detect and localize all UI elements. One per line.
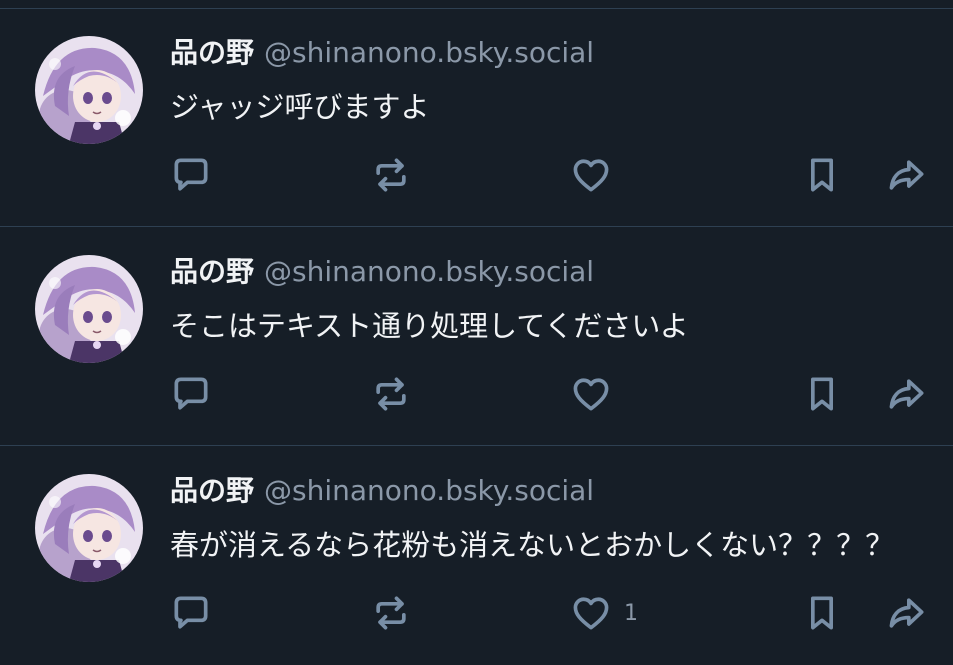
share-icon <box>889 160 924 190</box>
reply-button[interactable] <box>168 590 214 636</box>
repost-button[interactable] <box>368 371 414 417</box>
post-item[interactable]: 品の野 @shinanono.bsky.social ジャッジ呼びますよ <box>0 9 953 227</box>
display-name[interactable]: 品の野 <box>170 255 254 288</box>
avatar[interactable] <box>35 474 143 582</box>
share-button[interactable] <box>884 371 930 417</box>
repost-button[interactable] <box>368 152 414 198</box>
bookmark-icon <box>811 377 833 411</box>
bookmark-button[interactable] <box>799 152 845 198</box>
handle[interactable]: @shinanono.bsky.social <box>264 474 594 507</box>
avatar[interactable] <box>35 255 143 363</box>
post-header: 品の野 @shinanono.bsky.social <box>170 471 594 511</box>
heart-icon <box>573 597 609 630</box>
bookmark-button[interactable] <box>799 371 845 417</box>
post-text: ジャッジ呼びますよ <box>170 90 430 124</box>
bookmark-button[interactable] <box>799 590 845 636</box>
reply-icon <box>174 158 208 191</box>
heart-icon <box>573 378 609 411</box>
post-divider <box>0 445 953 446</box>
handle[interactable]: @shinanono.bsky.social <box>264 36 594 69</box>
handle[interactable]: @shinanono.bsky.social <box>264 255 594 288</box>
post-text: そこはテキスト通り処理してくださいよ <box>170 309 689 343</box>
post-header: 品の野 @shinanono.bsky.social <box>170 33 594 73</box>
like-count: 1 <box>624 601 638 626</box>
share-icon <box>889 379 924 409</box>
post-divider <box>0 226 953 227</box>
post-item[interactable]: 品の野 @shinanono.bsky.social 春が消えるなら花粉も消えない… <box>0 447 953 665</box>
post-header: 品の野 @shinanono.bsky.social <box>170 252 594 292</box>
repost-icon <box>376 377 406 411</box>
reply-icon <box>174 596 208 629</box>
bookmark-icon <box>811 158 833 192</box>
like-button[interactable] <box>568 371 614 417</box>
repost-button[interactable] <box>368 590 414 636</box>
reply-button[interactable] <box>168 152 214 198</box>
share-button[interactable] <box>884 590 930 636</box>
reply-button[interactable] <box>168 371 214 417</box>
display-name[interactable]: 品の野 <box>170 36 254 69</box>
share-button[interactable] <box>884 152 930 198</box>
display-name[interactable]: 品の野 <box>170 474 254 507</box>
post-text: 春が消えるなら花粉も消えないとおかしくない？？？？ <box>170 528 895 562</box>
avatar-image <box>35 255 143 363</box>
repost-icon <box>376 158 406 192</box>
share-icon <box>889 598 924 628</box>
avatar[interactable] <box>35 36 143 144</box>
bookmark-icon <box>811 596 833 630</box>
avatar-image <box>35 36 143 144</box>
post-item[interactable]: 品の野 @shinanono.bsky.social そこはテキスト通り処理してく… <box>0 228 953 446</box>
repost-icon <box>376 596 406 630</box>
like-button[interactable] <box>568 152 614 198</box>
avatar-image <box>35 474 143 582</box>
heart-icon <box>573 159 609 192</box>
like-button[interactable] <box>568 590 614 636</box>
reply-icon <box>174 377 208 410</box>
